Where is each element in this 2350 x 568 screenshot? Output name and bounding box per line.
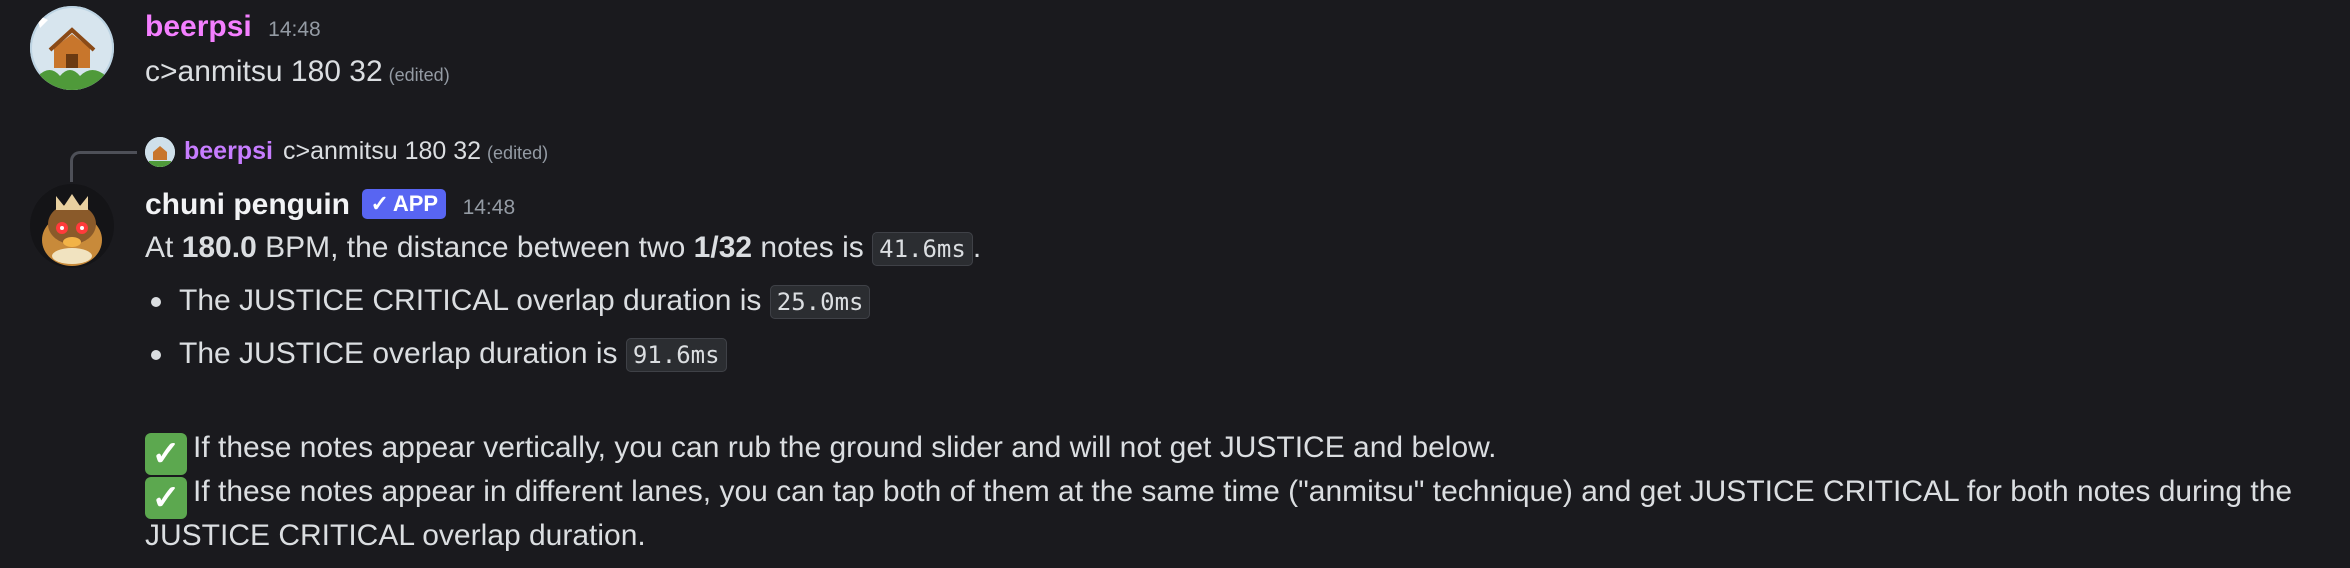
avatar-chuni-penguin[interactable] bbox=[30, 184, 114, 268]
check-mark-icon: ✓ bbox=[145, 477, 187, 519]
reply-spine bbox=[70, 151, 137, 182]
justice-critical-code: 25.0ms bbox=[769, 285, 871, 319]
paragraph-text: If these notes appear in different lanes… bbox=[193, 475, 2293, 508]
distance-code: 41.6ms bbox=[872, 232, 973, 266]
bullet-dot bbox=[151, 297, 161, 308]
bullet-item: The JUSTICE CRITICAL overlap duration is… bbox=[145, 279, 871, 324]
justice-code: 91.6ms bbox=[625, 338, 727, 372]
check-mark-icon: ✓ bbox=[145, 433, 187, 475]
penguin-avatar-icon bbox=[30, 184, 114, 268]
paragraph-lanes-continued: JUSTICE CRITICAL overlap duration. bbox=[145, 514, 646, 558]
timestamp[interactable]: 14:48 bbox=[268, 18, 321, 41]
app-badge: ✓ APP bbox=[362, 189, 447, 219]
reply-content: c>anmitsu 180 32 (edited) bbox=[283, 137, 548, 166]
paragraph-text: JUSTICE CRITICAL overlap duration. bbox=[145, 519, 646, 552]
text-segment: notes is bbox=[752, 231, 873, 264]
bpm-value: 180.0 bbox=[181, 231, 257, 264]
beerpsi-avatar-icon bbox=[30, 6, 114, 90]
reply-edited-label: (edited) bbox=[487, 143, 549, 163]
username-chuni-penguin[interactable]: chuni penguin bbox=[145, 188, 350, 221]
reply-text: c>anmitsu 180 32 bbox=[283, 137, 482, 165]
bullet-text: The JUSTICE CRITICAL overlap duration is bbox=[179, 284, 770, 317]
paragraph-lanes: ✓ If these notes appear in different lane… bbox=[145, 470, 2292, 519]
reply-avatar bbox=[145, 137, 175, 167]
text-segment: At bbox=[145, 231, 182, 264]
timestamp[interactable]: 14:48 bbox=[463, 196, 516, 219]
bullet-text: The JUSTICE overlap duration is bbox=[179, 337, 626, 370]
app-badge-label: APP bbox=[392, 191, 439, 216]
paragraph-text: If these notes appear vertically, you ca… bbox=[193, 431, 1497, 464]
reply-reference[interactable]: beerpsi c>anmitsu 180 32 (edited) bbox=[0, 133, 800, 182]
text-segment: . bbox=[972, 231, 982, 264]
message-text: c>anmitsu 180 32 bbox=[145, 55, 383, 88]
paragraph-vertical: ✓ If these notes appear vertically, you c… bbox=[145, 426, 1497, 475]
text-segment: BPM, the distance between two bbox=[256, 231, 694, 264]
bullet-item: The JUSTICE overlap duration is 91.6ms bbox=[145, 332, 727, 377]
verified-check-icon: ✓ bbox=[370, 191, 389, 216]
reply-username[interactable]: beerpsi bbox=[184, 137, 273, 166]
result-line: At 180.0 BPM, the distance between two 1… bbox=[145, 226, 981, 271]
message-content: c>anmitsu 180 32 (edited) bbox=[145, 50, 450, 97]
message-beerpsi: beerpsi 14:48 c>anmitsu 180 32 (edited) bbox=[0, 0, 2350, 100]
message-chuni-penguin: chuni penguin ✓ APP 14:48 At 180.0 BPM, t… bbox=[0, 180, 2350, 568]
avatar-beerpsi[interactable] bbox=[30, 6, 114, 90]
username-beerpsi[interactable]: beerpsi bbox=[145, 10, 252, 43]
reply-avatar-icon bbox=[145, 137, 175, 167]
division-value: 1/32 bbox=[693, 231, 753, 264]
bullet-dot bbox=[151, 350, 161, 361]
edited-label: (edited) bbox=[388, 65, 450, 85]
